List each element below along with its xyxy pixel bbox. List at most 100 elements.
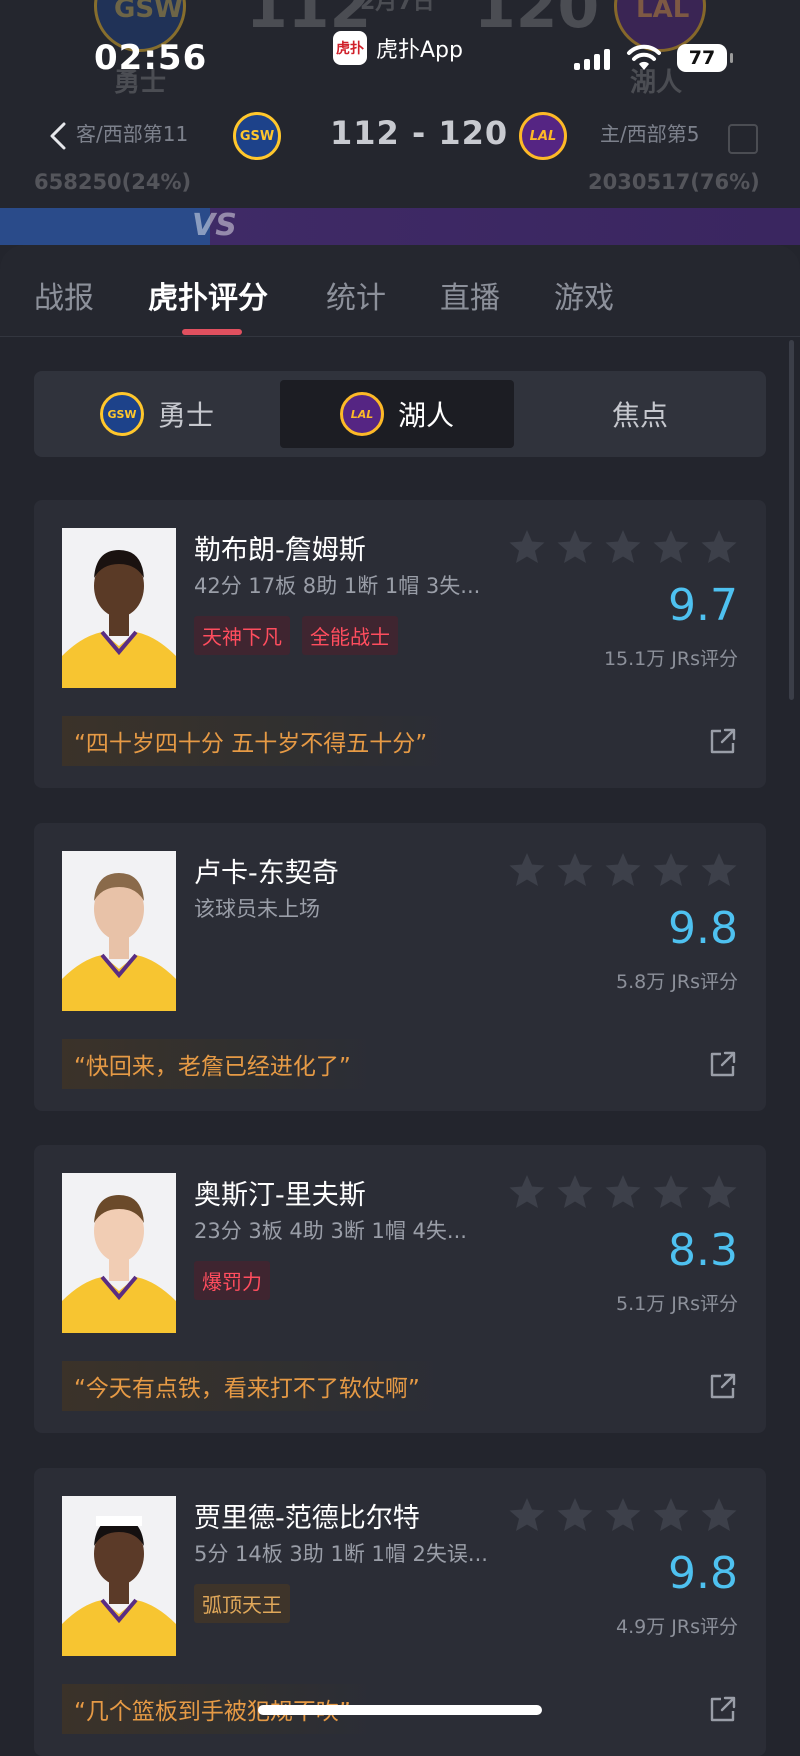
- star-rating-input[interactable]: [508, 528, 738, 566]
- rating-star-icon[interactable]: [508, 528, 546, 566]
- top-comment[interactable]: “今天有点铁，看来打不了软仗啊”: [62, 1361, 442, 1411]
- battery-icon: 77: [677, 44, 733, 72]
- rating-star-icon[interactable]: [604, 1496, 642, 1534]
- player-card[interactable]: 奥斯汀-里夫斯 23分 3板 4助 3断 1帽 4失... 爆罚力 8.3 5.…: [34, 1145, 766, 1433]
- player-rating: 9.7: [668, 580, 738, 631]
- player-rating: 9.8: [668, 903, 738, 954]
- player-tag: 天神下凡: [194, 616, 290, 655]
- player-tags: 弧顶天王: [194, 1584, 290, 1623]
- app-name: 虎扑App: [376, 38, 463, 63]
- rating-star-icon[interactable]: [652, 851, 690, 889]
- home-vote-bar: [210, 208, 800, 245]
- tab-hupu-rating[interactable]: 虎扑评分: [148, 273, 268, 317]
- rating-star-icon[interactable]: [700, 851, 738, 889]
- rating-count: 4.9万 JRs评分: [616, 1616, 738, 1638]
- player-tag: 爆罚力: [194, 1261, 270, 1300]
- status-bar: 02:56 虎扑 虎扑App 77: [0, 0, 800, 110]
- rating-star-icon[interactable]: [508, 1496, 546, 1534]
- rating-star-icon[interactable]: [652, 1173, 690, 1211]
- player-avatar: [62, 851, 176, 1011]
- switch-label: 焦点: [611, 399, 668, 432]
- rating-star-icon[interactable]: [700, 1496, 738, 1534]
- tab-stats[interactable]: 统计: [326, 273, 386, 317]
- player-card[interactable]: 勒布朗-詹姆斯 42分 17板 8助 1断 1帽 3失... 天神下凡 全能战士 …: [34, 500, 766, 788]
- home-standing: 主/西部第5: [600, 122, 700, 146]
- rating-star-icon[interactable]: [508, 851, 546, 889]
- vs-mark: VS: [192, 208, 237, 243]
- tab-games[interactable]: 游戏: [554, 273, 614, 317]
- tab-report[interactable]: 战报: [34, 273, 94, 317]
- player-card[interactable]: 卢卡-东契奇 该球员未上场 9.8 5.8万 JRs评分 “快回来，老詹已经进化…: [34, 823, 766, 1111]
- share-icon[interactable]: [708, 726, 738, 756]
- share-icon[interactable]: [708, 1049, 738, 1079]
- rating-star-icon[interactable]: [556, 851, 594, 889]
- app-indicator[interactable]: 虎扑 虎扑App: [333, 31, 463, 65]
- player-name[interactable]: 卢卡-东契奇: [194, 851, 339, 890]
- top-comment[interactable]: “四十岁四十分 五十岁不得五十分”: [62, 716, 450, 766]
- star-rating-input[interactable]: [508, 1496, 738, 1534]
- rating-count: 5.8万 JRs评分: [616, 971, 738, 993]
- gsw-logo-icon: GSW: [99, 392, 144, 436]
- share-icon[interactable]: [708, 1371, 738, 1401]
- share-icon[interactable]: [708, 1694, 738, 1724]
- home-indicator[interactable]: [258, 1705, 542, 1715]
- player-name[interactable]: 奥斯汀-里夫斯: [194, 1173, 366, 1212]
- star-rating-input[interactable]: [508, 851, 738, 889]
- lal-logo-icon: LAL: [339, 392, 384, 436]
- star-rating-input[interactable]: [508, 1173, 738, 1211]
- home-team-logo[interactable]: LAL: [519, 112, 567, 160]
- player-avatar: [62, 1496, 176, 1656]
- player-stats: 23分 3板 4助 3断 1帽 4失...: [194, 1219, 467, 1243]
- rating-count: 15.1万 JRs评分: [603, 648, 738, 670]
- game-score: 112 - 120: [330, 114, 509, 152]
- vote-ratio-bar: [0, 208, 800, 245]
- player-rating: 8.3: [668, 1225, 738, 1276]
- player-avatar: [62, 1173, 176, 1333]
- scoreline: 客/西部第11 GSW 112 - 120 LAL 主/西部第5: [0, 108, 800, 164]
- rating-star-icon[interactable]: [556, 528, 594, 566]
- switch-lakers[interactable]: LAL 湖人: [280, 380, 514, 448]
- team-switch: GSW 勇士 LAL 湖人 焦点: [34, 371, 766, 457]
- switch-focus[interactable]: 焦点: [514, 371, 766, 457]
- player-rating: 9.8: [668, 1548, 738, 1599]
- rating-star-icon[interactable]: [652, 528, 690, 566]
- away-vote-bar: [0, 208, 210, 245]
- rating-star-icon[interactable]: [652, 1496, 690, 1534]
- rating-star-icon[interactable]: [604, 1173, 642, 1211]
- tab-live[interactable]: 直播: [440, 273, 500, 317]
- tab-bar: 战报 虎扑评分 统计 直播 游戏: [0, 245, 800, 337]
- player-photo[interactable]: [62, 851, 176, 1011]
- player-avatar: [62, 528, 176, 688]
- hupu-app-icon: 虎扑: [333, 31, 367, 65]
- cellular-signal-icon: [574, 48, 610, 70]
- rating-star-icon[interactable]: [604, 528, 642, 566]
- player-stats: 5分 14板 3助 1断 1帽 2失误...: [194, 1542, 488, 1566]
- active-tab-indicator: [182, 329, 242, 335]
- player-photo[interactable]: [62, 1173, 176, 1333]
- share-icon-faded[interactable]: [728, 124, 758, 154]
- player-photo[interactable]: [62, 1496, 176, 1656]
- away-vote-count: 658250(24%): [34, 170, 192, 194]
- player-name[interactable]: 勒布朗-詹姆斯: [194, 528, 366, 567]
- scrollbar[interactable]: [789, 340, 794, 700]
- game-header: GSW 112 2月7日 120 LAL 勇士 湖人 02:56 虎扑 虎扑Ap…: [0, 0, 800, 245]
- rating-star-icon[interactable]: [508, 1173, 546, 1211]
- rating-count: 5.1万 JRs评分: [616, 1293, 738, 1315]
- switch-label: 勇士: [157, 399, 214, 432]
- player-photo[interactable]: [62, 528, 176, 688]
- back-arrow-icon[interactable]: [44, 118, 74, 154]
- rating-star-icon[interactable]: [556, 1173, 594, 1211]
- rating-star-icon[interactable]: [604, 851, 642, 889]
- player-name[interactable]: 贾里德-范德比尔特: [194, 1496, 420, 1535]
- rating-star-icon[interactable]: [700, 528, 738, 566]
- player-tags: 爆罚力: [194, 1261, 270, 1300]
- clock: 02:56: [94, 38, 208, 78]
- rating-star-icon[interactable]: [556, 1496, 594, 1534]
- rating-star-icon[interactable]: [700, 1173, 738, 1211]
- home-vote-count: 2030517(76%): [588, 170, 760, 194]
- switch-warriors[interactable]: GSW 勇士: [34, 371, 280, 457]
- player-tags: 天神下凡 全能战士: [194, 616, 398, 655]
- away-team-logo[interactable]: GSW: [233, 112, 281, 160]
- player-tag: 全能战士: [302, 616, 398, 655]
- top-comment[interactable]: “快回来，老詹已经进化了”: [62, 1039, 373, 1089]
